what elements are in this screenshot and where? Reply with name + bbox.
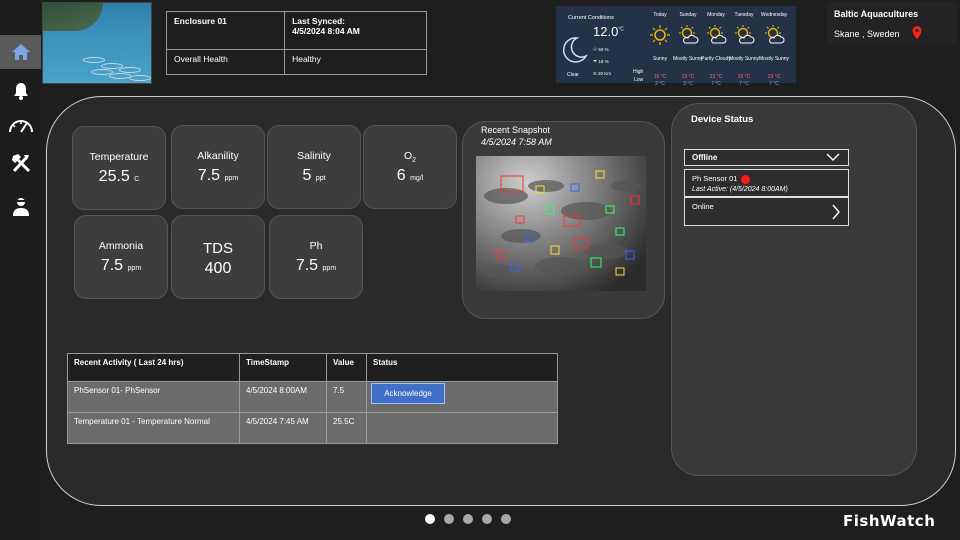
snapshot-image[interactable] <box>476 156 646 291</box>
sun-cloud-icon <box>765 25 785 44</box>
chevron-down-icon <box>826 153 840 161</box>
metric-salinity[interactable]: Salinity 5 ppt <box>267 125 361 209</box>
company-location: Skane , Sweden <box>834 29 900 39</box>
offline-device-item[interactable]: Ph Sensor 01 Last Active: (4/5/2024 8:00… <box>684 169 849 197</box>
metric-tds[interactable]: TDS 400 <box>171 215 265 299</box>
recent-snapshot-card: Recent Snapshot 4/5/2024 7:58 AM <box>462 121 665 319</box>
current-conditions-label: Current Conditions <box>568 15 614 21</box>
table-row: Temperature 01 - Temperature Normal 4/5/… <box>67 412 558 444</box>
user-icon <box>12 198 29 216</box>
enclosure-thumbnail <box>42 2 152 84</box>
snapshot-time: 4/5/2024 7:58 AM <box>481 137 552 147</box>
page-dot-4[interactable] <box>482 514 492 524</box>
current-temp: 12.0°C <box>593 24 624 39</box>
device-status-dropdown[interactable]: Offline <box>684 149 849 166</box>
gauge-icon <box>8 120 33 133</box>
offline-indicator <box>741 174 751 184</box>
enclosure-name: Enclosure 01 <box>165 10 286 51</box>
metric-o2[interactable]: O2 6 mg/l <box>363 125 457 209</box>
acknowledge-button[interactable]: Acknowledge <box>371 383 445 404</box>
page-dot-5[interactable] <box>501 514 511 524</box>
forecast-monday: Monday Partly Cloudy 23 °C 7 °C <box>701 12 731 87</box>
nav-home[interactable] <box>0 35 41 69</box>
page-dot-3[interactable] <box>463 514 473 524</box>
high-low-labels: High Low <box>633 69 644 83</box>
bell-icon <box>13 83 28 100</box>
company-name: Baltic Aquacultures <box>834 9 919 19</box>
weather-stats: ☉ 50 % ☂ 19 % ≋ 20 Km <box>593 47 612 76</box>
company-card: Baltic Aquacultures Skane , Sweden <box>827 2 957 45</box>
pagination-dots <box>425 514 511 524</box>
nav-profile[interactable] <box>0 190 41 224</box>
forecast-wednesday: Wednesday Mostly Sunny 23 °C 7 °C <box>759 12 790 87</box>
forecast-today: Today Sunny 16 °C 2 °C <box>645 12 675 87</box>
metric-alkalinity[interactable]: Alkanility 7.5 ppm <box>171 125 265 209</box>
sidebar <box>0 0 41 540</box>
table-row: PhSensor 01- PhSensor 4/5/2024 8:00AM 7.… <box>67 381 558 413</box>
device-status-card: Device Status Offline Ph Sensor 01 Last … <box>671 103 917 476</box>
current-condition: Clear <box>567 72 579 78</box>
rain-icon: ☂ <box>593 59 598 64</box>
forecast-sunday: Sunday Mostly Sunny 23 °C 3 °C <box>673 12 704 87</box>
wind-icon: ≋ <box>593 71 597 76</box>
overall-health-label: Overall Health <box>165 49 286 75</box>
brand-logo: FishWatch <box>843 512 936 530</box>
tools-icon <box>11 154 30 173</box>
sun-icon <box>650 25 670 45</box>
snapshot-title: Recent Snapshot <box>481 125 551 135</box>
page-dot-1[interactable] <box>425 514 435 524</box>
recent-activity-table: Recent Activity ( Last 24 hrs) TimeStamp… <box>67 353 558 444</box>
table-header: Recent Activity ( Last 24 hrs) TimeStamp… <box>67 353 558 382</box>
metric-ph[interactable]: Ph 7.5 ppm <box>269 215 363 299</box>
metric-ammonia[interactable]: Ammonia 7.5 ppm <box>74 215 168 299</box>
moon-icon <box>562 37 588 63</box>
nav-performance[interactable] <box>0 108 41 142</box>
sun-cloud-icon <box>707 25 727 44</box>
nav-maintenance[interactable] <box>0 146 41 180</box>
humidity-icon: ☉ <box>593 47 598 52</box>
home-icon <box>11 44 30 60</box>
device-status-title: Device Status <box>691 114 754 125</box>
enclosure-info-table: Enclosure 01 Last Synced: 4/5/2024 8:04 A… <box>165 10 427 75</box>
location-pin-icon <box>912 26 922 39</box>
chevron-right-icon <box>832 204 840 220</box>
sun-cloud-icon <box>679 25 699 44</box>
overall-health-value: Healthy <box>284 49 427 75</box>
online-devices-item[interactable]: Online <box>684 197 849 226</box>
forecast-tuesday: Tuesday Mostly Sunny 25 °C 7 °C <box>729 12 760 87</box>
page-dot-2[interactable] <box>444 514 454 524</box>
metric-temperature[interactable]: Temperature 25.5 C <box>72 126 166 210</box>
last-synced: Last Synced: 4/5/2024 8:04 AM <box>284 10 427 51</box>
fish-detection-overlay <box>478 170 641 278</box>
weather-widget: Current Conditions 12.0°C Clear ☉ 50 % ☂… <box>556 6 796 87</box>
sun-cloud-icon <box>735 25 755 44</box>
nav-alerts[interactable] <box>0 74 41 108</box>
